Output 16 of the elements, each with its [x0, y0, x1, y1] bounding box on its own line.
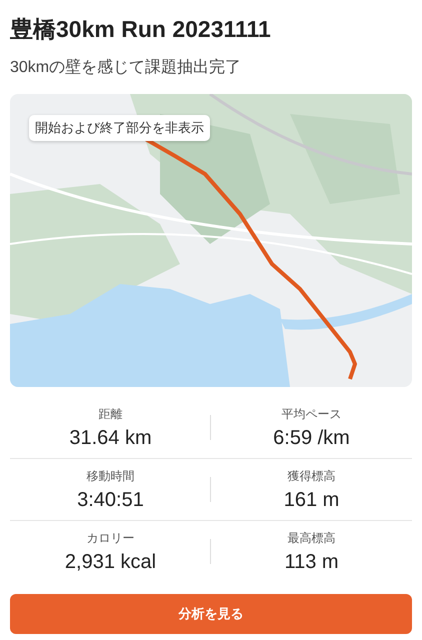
analysis-button[interactable]: 分析を見る — [10, 594, 412, 634]
stat-label: 獲得標高 — [288, 468, 336, 485]
stat-label: 平均ペース — [282, 406, 342, 423]
stat-value: 113 m — [284, 551, 339, 574]
stat-label: 最高標高 — [288, 530, 336, 547]
stat-value: 161 m — [284, 489, 340, 512]
stat-label: カロリー — [86, 530, 134, 547]
stat-label: 距離 — [98, 406, 122, 423]
activity-title: 豊橋30km Run 20231111 — [10, 15, 272, 44]
stat-value: 2,931 kcal — [64, 551, 156, 574]
activity-description: 30kmの壁を感じて課題抽出完了 — [10, 58, 242, 78]
privacy-chip: 開始および終了部分を非表示 — [29, 115, 210, 141]
stat-value: 6:59 /km — [273, 427, 350, 450]
stat-value: 3:40:51 — [77, 489, 144, 512]
stat-value: 31.64 km — [69, 427, 152, 450]
stat-label: 移動時間 — [86, 468, 134, 485]
